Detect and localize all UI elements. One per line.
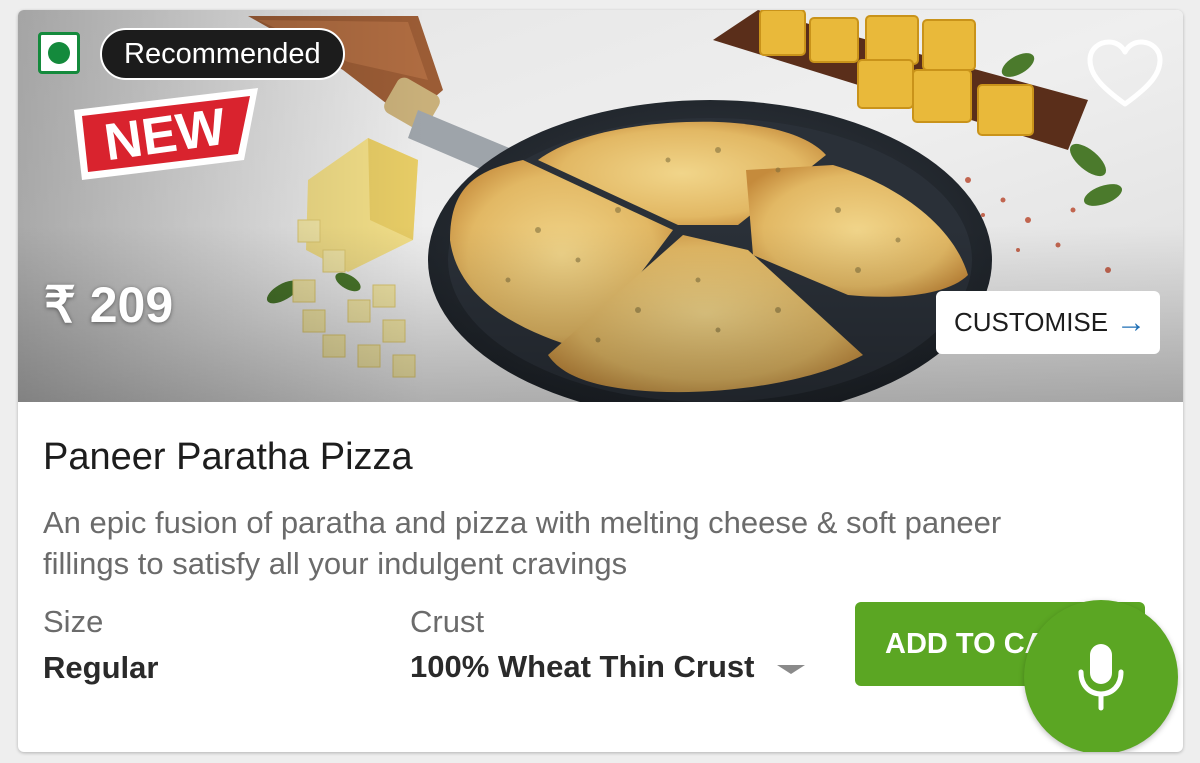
recommended-badge: Recommended bbox=[100, 28, 345, 80]
crust-label: Crust bbox=[410, 604, 485, 639]
product-card: Recommended NEW ₹ 209 CUSTOMISE → Paneer… bbox=[18, 10, 1183, 752]
crust-value: 100% Wheat Thin Crust bbox=[410, 649, 755, 684]
price: ₹ 209 bbox=[44, 277, 174, 333]
new-tag: NEW bbox=[74, 88, 258, 180]
product-description: An epic fusion of paratha and pizza with… bbox=[43, 505, 1002, 581]
crust-dropdown[interactable]: 100% Wheat Thin Crust bbox=[410, 642, 805, 692]
voice-search-button[interactable] bbox=[1024, 600, 1178, 752]
product-image[interactable]: Recommended NEW ₹ 209 CUSTOMISE → bbox=[18, 10, 1183, 402]
arrow-right-icon: → bbox=[1116, 305, 1147, 339]
microphone-icon bbox=[1078, 644, 1124, 711]
caret-down-icon bbox=[776, 664, 805, 674]
heart-icon[interactable] bbox=[1086, 36, 1164, 114]
customise-button[interactable]: CUSTOMISE → bbox=[936, 291, 1160, 354]
size-value: Regular bbox=[43, 650, 159, 685]
veg-indicator-icon bbox=[38, 32, 80, 74]
product-name: Paneer Paratha Pizza bbox=[43, 436, 413, 478]
customise-label: CUSTOMISE bbox=[954, 307, 1109, 337]
size-label: Size bbox=[43, 604, 104, 639]
